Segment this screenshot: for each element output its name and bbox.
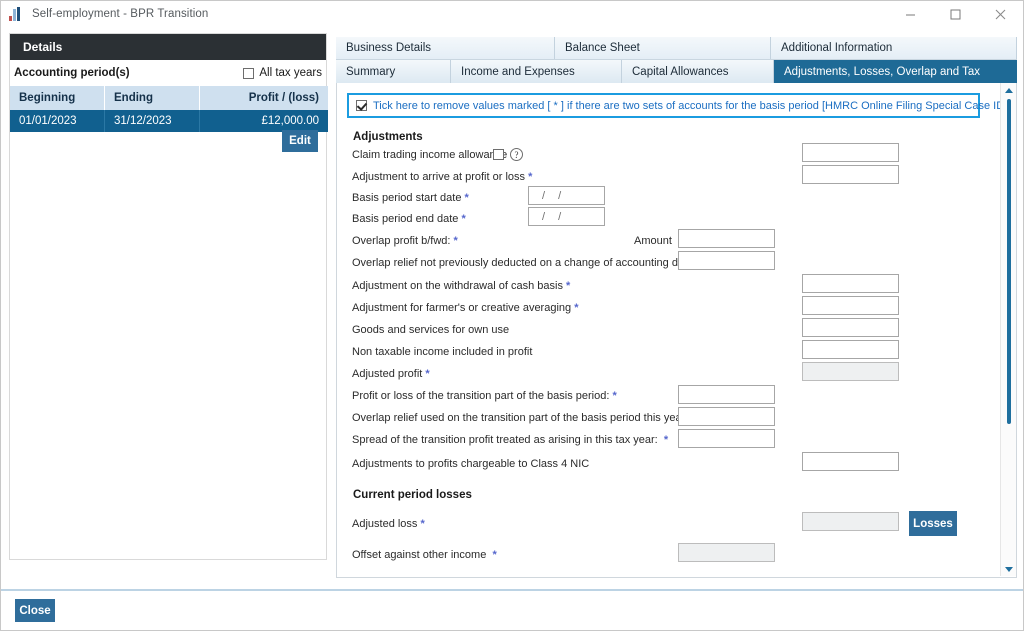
losses-button[interactable]: Losses (909, 511, 957, 536)
label-adjustment-to-arrive-at-profit-or-loss: Adjustment to arrive at profit or loss * (352, 171, 533, 183)
table-row[interactable]: 01/01/2023 31/12/2023 £12,000.00 (10, 110, 328, 132)
claim-trading-income-allowance-checkbox[interactable] (493, 149, 504, 160)
label-adjustment-for-farmers-or-creative-averaging: Adjustment for farmer's or creative aver… (352, 302, 579, 314)
label-goods-and-services-for-own-use: Goods and services for own use (352, 324, 510, 336)
tab-bar-secondary: Summary Income and Expenses Capital Allo… (336, 60, 1017, 83)
field-overlap-profit-bfwd[interactable] (678, 229, 775, 248)
application-window: Self-employment - BPR Transition Details… (0, 0, 1024, 631)
close-button[interactable]: Close (15, 599, 55, 622)
field-goods-and-services-for-own-use[interactable] (802, 318, 899, 337)
column-header-profit-loss: Profit / (loss) (248, 92, 319, 104)
tab-income-and-expenses[interactable]: Income and Expenses (451, 60, 622, 83)
details-panel: Details Accounting period(s) All tax yea… (9, 33, 328, 560)
tab-balance-sheet[interactable]: Balance Sheet (555, 37, 771, 59)
form-scrollbar[interactable] (1000, 83, 1016, 576)
cell-ending: 31/12/2023 (105, 110, 200, 132)
all-tax-years-checkbox[interactable]: All tax years (243, 67, 322, 79)
field-adjusted-profit (802, 362, 899, 381)
special-case-checkbox[interactable] (356, 100, 367, 111)
window-title: Self-employment - BPR Transition (32, 8, 209, 20)
field-adjustment-on-withdrawal-of-cash-basis[interactable] (802, 274, 899, 293)
field-adjustment-to-arrive-at-profit-or-loss[interactable] (802, 165, 899, 184)
scroll-down-icon[interactable] (1001, 562, 1016, 576)
field-spread-of-transition-profit[interactable] (678, 429, 775, 448)
all-tax-years-label: All tax years (259, 67, 322, 79)
form-panel: Tick here to remove values marked [ * ] … (336, 83, 1017, 578)
field-claim-trading-income-allowance[interactable] (802, 143, 899, 162)
field-profit-or-loss-of-transition-part[interactable] (678, 385, 775, 404)
field-adjustment-for-farmers-or-creative-averaging[interactable] (802, 296, 899, 315)
maximize-icon[interactable] (933, 1, 978, 27)
label-overlap-profit-bfwd: Overlap profit b/fwd: * (352, 235, 458, 247)
column-header-beginning: Beginning (10, 86, 105, 110)
minimize-icon[interactable] (888, 1, 933, 27)
scrollbar-thumb[interactable] (1007, 99, 1011, 424)
label-profit-or-loss-of-transition-part: Profit or loss of the transition part of… (352, 390, 617, 402)
tab-additional-information[interactable]: Additional Information (771, 37, 1017, 59)
label-adjusted-loss: Adjusted loss * (352, 518, 425, 530)
adjustments-section-title: Adjustments (353, 131, 423, 143)
field-offset-against-other-income (678, 543, 775, 562)
field-non-taxable-income-included-in-profit[interactable] (802, 340, 899, 359)
field-basis-period-end-date[interactable]: / / (528, 207, 605, 226)
label-amount: Amount (634, 235, 672, 247)
bar-chart-icon (9, 7, 25, 21)
details-panel-header: Details (10, 34, 326, 60)
label-adjusted-profit: Adjusted profit * (352, 368, 430, 380)
special-case-banner[interactable]: Tick here to remove values marked [ * ] … (347, 93, 1016, 118)
scroll-up-icon[interactable] (1001, 83, 1016, 97)
table-header-row: Beginning Ending Profit / (loss) (10, 86, 328, 110)
cell-beginning: 01/01/2023 (10, 110, 105, 132)
title-bar: Self-employment - BPR Transition (1, 1, 1023, 27)
all-tax-years-checkbox-box[interactable] (243, 67, 255, 79)
label-adjustment-on-withdrawal-of-cash-basis: Adjustment on the withdrawal of cash bas… (352, 280, 571, 292)
label-offset-against-other-income: Offset against other income * (352, 549, 497, 561)
label-basis-period-end-date: Basis period end date * (352, 213, 466, 225)
accounting-periods-label: Accounting period(s) (14, 67, 130, 79)
tab-business-details[interactable]: Business Details (336, 37, 555, 59)
accounting-periods-row: Accounting period(s) All tax years (10, 62, 326, 84)
tab-bars: Business Details Balance Sheet Additiona… (336, 37, 1017, 83)
current-period-losses-section-title: Current period losses (353, 489, 472, 501)
label-spread-of-transition-profit: Spread of the transition profit treated … (352, 434, 669, 446)
field-adjusted-loss (802, 512, 899, 531)
tab-adjustments-losses-overlap-and-tax[interactable]: Adjustments, Losses, Overlap and Tax (774, 60, 1017, 83)
label-basis-period-start-date: Basis period start date * (352, 192, 469, 204)
cell-profit-loss: £12,000.00 (261, 115, 319, 127)
label-claim-trading-income-allowance: Claim trading income allowance (352, 149, 508, 161)
label-overlap-relief-not-previously-deducted: Overlap relief not previously deducted o… (352, 257, 701, 269)
label-overlap-relief-used-on-transition-part: Overlap relief used on the transition pa… (352, 412, 696, 424)
help-icon[interactable]: ? (510, 148, 523, 161)
close-icon[interactable] (978, 1, 1023, 27)
column-header-ending: Ending (105, 86, 200, 110)
field-overlap-relief-used-on-transition-part[interactable] (678, 407, 775, 426)
label-non-taxable-income-included-in-profit: Non taxable income included in profit (352, 346, 533, 358)
field-overlap-relief-not-previously-deducted[interactable] (678, 251, 775, 270)
tab-bar-primary: Business Details Balance Sheet Additiona… (336, 37, 1017, 60)
special-case-banner-text: Tick here to remove values marked [ * ] … (373, 99, 1017, 112)
window-controls (888, 1, 1023, 27)
field-basis-period-start-date[interactable]: / / (528, 186, 605, 205)
tab-capital-allowances[interactable]: Capital Allowances (622, 60, 774, 83)
field-adjustments-to-profits-class-4-nic[interactable] (802, 452, 899, 471)
accounting-periods-table: Beginning Ending Profit / (loss) 01/01/2… (10, 86, 328, 132)
label-adjustments-to-profits-class-4-nic: Adjustments to profits chargeable to Cla… (352, 458, 590, 470)
tab-summary[interactable]: Summary (336, 60, 451, 83)
footer-separator (1, 589, 1023, 591)
edit-button[interactable]: Edit (282, 130, 318, 152)
